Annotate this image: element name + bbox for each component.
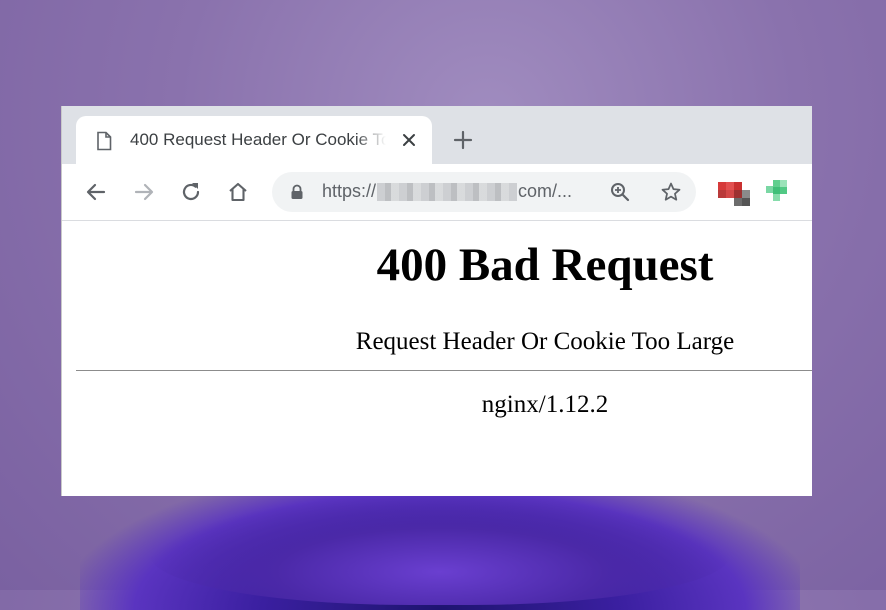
- browser-window: 400 Request Header Or Cookie Too Large: [61, 106, 812, 496]
- url-text[interactable]: https:// com/...: [322, 181, 572, 202]
- wallpaper-bloom-inner: [150, 495, 730, 605]
- page-content: 400 Bad Request Request Header Or Cookie…: [62, 221, 812, 496]
- tab-active[interactable]: 400 Request Header Or Cookie Too Large: [76, 116, 432, 164]
- close-icon[interactable]: [400, 131, 418, 149]
- url-redacted: [377, 182, 518, 201]
- address-bar[interactable]: https:// com/...: [272, 172, 696, 212]
- error-message: Request Header Or Cookie Too Large: [355, 328, 735, 355]
- divider: [76, 370, 812, 371]
- back-arrow-icon[interactable]: [84, 180, 108, 204]
- bookmark-star-icon[interactable]: [660, 181, 682, 203]
- server-signature: nginx/1.12.2: [481, 391, 609, 418]
- lock-icon: [291, 184, 303, 199]
- reload-icon[interactable]: [179, 180, 203, 204]
- tab-title: 400 Request Header Or Cookie Too Large: [130, 130, 386, 149]
- extension-icon[interactable]: [718, 180, 752, 210]
- home-icon[interactable]: [226, 180, 250, 204]
- extension-icon[interactable]: [766, 180, 794, 206]
- url-suffix: com/...: [518, 181, 573, 201]
- error-heading: 400 Bad Request: [376, 239, 714, 291]
- new-tab-plus-icon[interactable]: [452, 129, 474, 151]
- zoom-icon[interactable]: [610, 182, 630, 202]
- tab-strip: 400 Request Header Or Cookie Too Large: [62, 106, 812, 164]
- forward-arrow-icon[interactable]: [132, 180, 156, 204]
- toolbar: https:// com/...: [62, 164, 812, 221]
- url-prefix: https://: [322, 181, 377, 201]
- page-icon: [97, 131, 112, 151]
